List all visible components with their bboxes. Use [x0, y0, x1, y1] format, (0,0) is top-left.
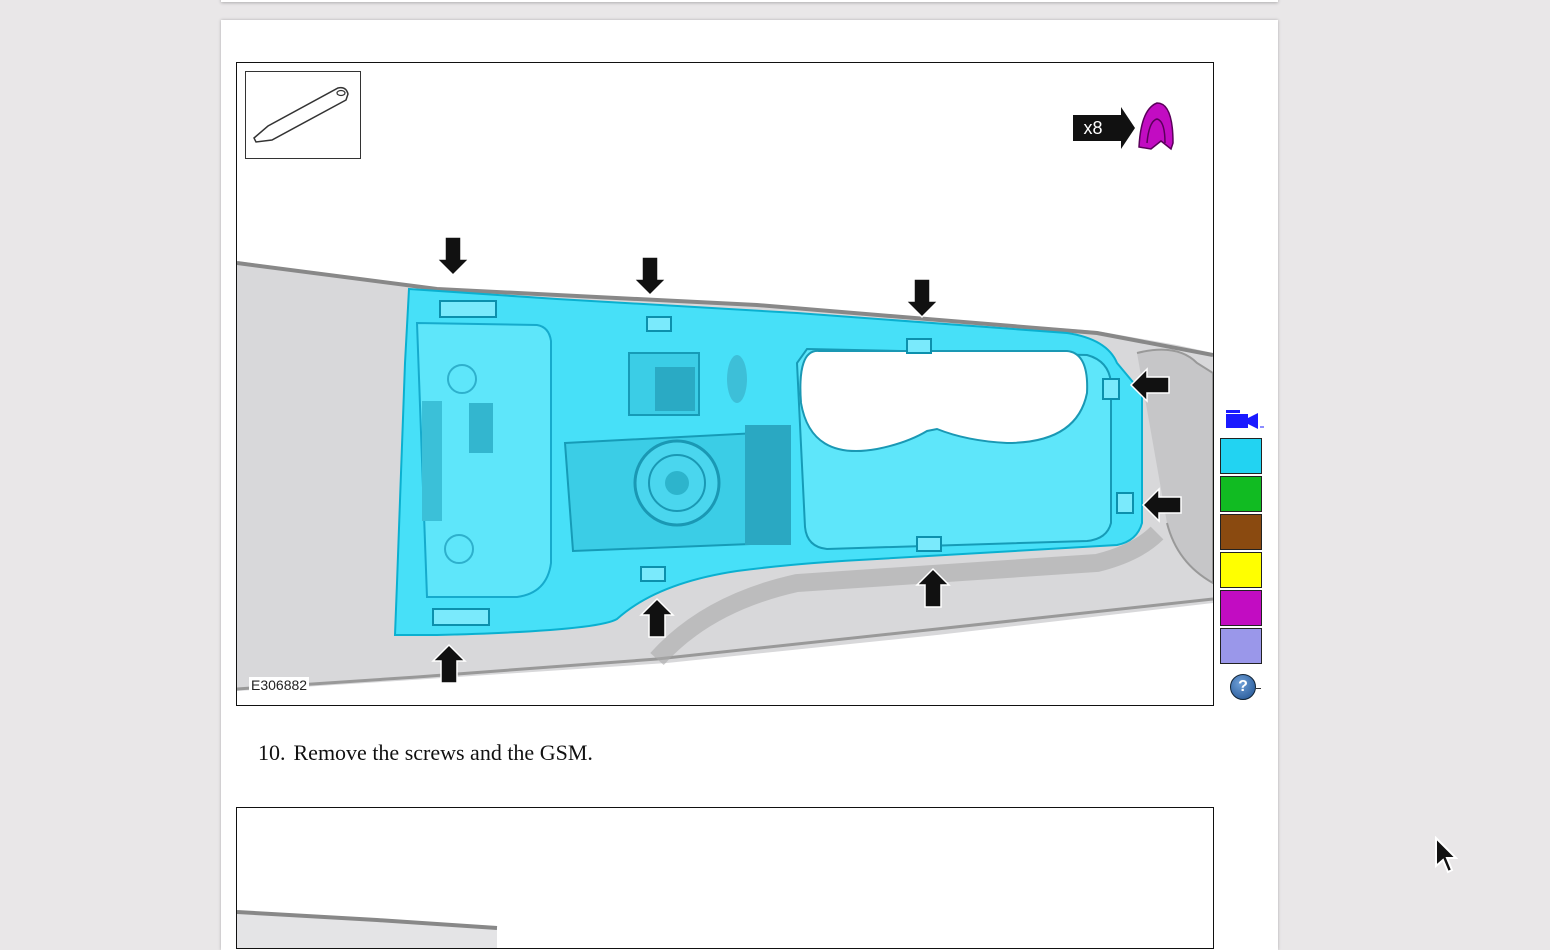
video-camera-icon[interactable] [1224, 408, 1264, 432]
step-number: 10. [258, 740, 286, 765]
quantity-tag: x8 [1073, 115, 1113, 141]
arrow-icon [1113, 107, 1135, 149]
service-illustration: x8 E306882 [236, 62, 1214, 706]
previous-page-card [221, 0, 1278, 2]
color-swatch-green[interactable] [1220, 476, 1262, 512]
color-swatch-yellow[interactable] [1220, 552, 1262, 588]
clip-icon [1138, 102, 1174, 151]
color-swatch-cyan[interactable] [1220, 438, 1262, 474]
figure-id: E306882 [249, 677, 310, 693]
help-dash [1256, 688, 1261, 689]
step-instruction: 10. Remove the screws and the GSM. [258, 740, 593, 766]
color-swatch-lavender[interactable] [1220, 628, 1262, 664]
tool-callout-box [245, 71, 361, 159]
trim-tool-icon [253, 86, 349, 143]
console-drawing-partial [237, 910, 498, 948]
color-swatch-magenta[interactable] [1220, 590, 1262, 626]
help-icon[interactable]: ? [1230, 674, 1256, 700]
console-drawing [237, 102, 1213, 691]
step-description: Remove the screws and the GSM. [293, 740, 593, 765]
mouse-pointer-icon [1435, 836, 1458, 874]
color-swatch-brown[interactable] [1220, 514, 1262, 550]
